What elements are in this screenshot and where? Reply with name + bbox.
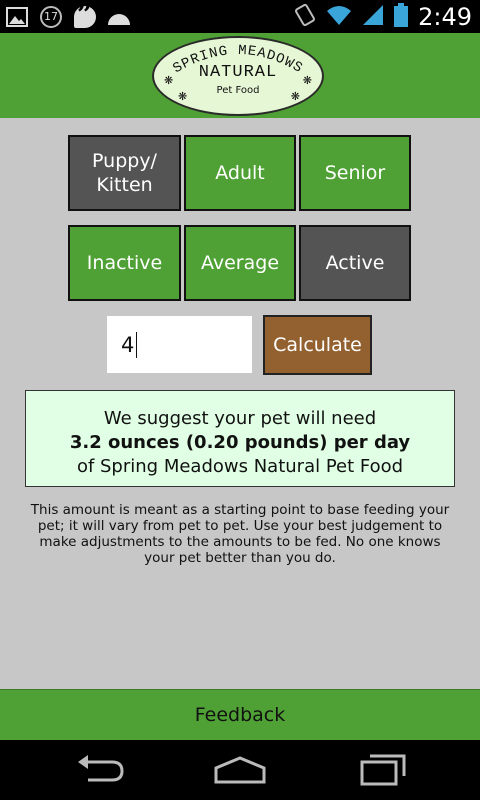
wifi-icon [326, 4, 352, 30]
paw-icon: ❋ [178, 90, 188, 103]
active-button[interactable]: Active [299, 225, 411, 301]
back-icon[interactable] [72, 752, 132, 788]
battery-icon [394, 2, 409, 31]
text-cursor [136, 331, 138, 358]
navigation-bar [0, 740, 480, 800]
hangouts-icon [74, 0, 96, 30]
feedback-button[interactable]: Feedback [0, 689, 480, 740]
spring-meadows-logo: SPRING MEADOWS NATURAL Pet Food ❋ ❋ ❋ ❋ [152, 36, 324, 116]
clock: 2:49 [418, 2, 472, 31]
rotation-lock-icon [294, 3, 316, 31]
home-icon[interactable] [210, 752, 270, 788]
pet-weight-input[interactable]: 4 [107, 316, 252, 373]
puppy-kitten-button[interactable]: Puppy/ Kitten [68, 135, 181, 211]
calculate-button[interactable]: Calculate [263, 315, 372, 375]
gallery-icon [6, 6, 28, 28]
disclaimer-text: This amount is meant as a starting point… [30, 502, 450, 566]
notification-count-badge: 17 [40, 5, 62, 28]
result-line-3: of Spring Meadows Natural Pet Food [76, 456, 404, 477]
result-box: We suggest your pet will need 3.2 ounces… [25, 390, 455, 487]
senior-button[interactable]: Senior [299, 135, 411, 211]
paw-icon: ❋ [302, 74, 312, 87]
status-bar: 17 2:49 [0, 0, 480, 33]
adult-button[interactable]: Adult [184, 135, 296, 211]
app-header: SPRING MEADOWS NATURAL Pet Food ❋ ❋ ❋ ❋ [0, 33, 480, 118]
logo-natural: NATURAL [198, 63, 278, 82]
paw-icon: ❋ [164, 74, 174, 87]
semicircle-icon [108, 14, 130, 25]
result-amount: 3.2 ounces (0.20 pounds) per day [69, 432, 411, 453]
paw-icon: ❋ [290, 90, 300, 103]
inactive-button[interactable]: Inactive [68, 225, 181, 301]
result-line-1: We suggest your pet will need [103, 408, 377, 429]
pet-weight-value: 4 [121, 332, 135, 357]
recents-icon[interactable] [358, 752, 418, 788]
average-button[interactable]: Average [184, 225, 296, 301]
signal-icon [362, 4, 384, 30]
